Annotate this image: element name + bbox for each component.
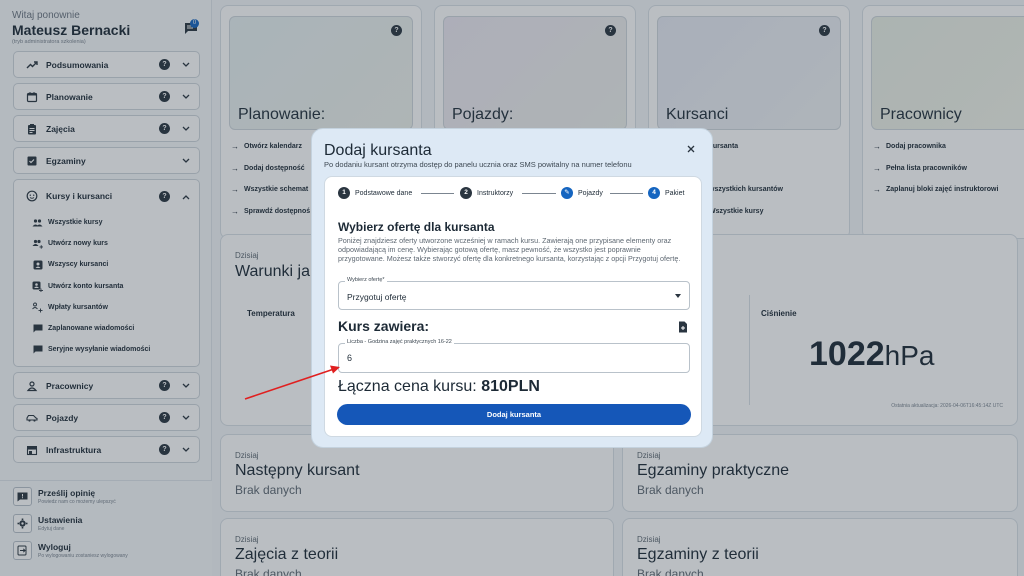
- step-label: Pakiet: [665, 189, 685, 197]
- step-label: Instruktorzy: [477, 189, 514, 197]
- total-price: Łączna cena kursu: 810PLN: [338, 378, 540, 396]
- practical-hours-input[interactable]: Liczba - Godzina zajęć praktycznych 16-2…: [338, 339, 690, 373]
- practical-hours-label: Liczba - Godzina zajęć praktycznych 16-2…: [345, 339, 454, 345]
- total-price-label: Łączna cena kursu:: [338, 378, 482, 395]
- step-connector: [522, 193, 556, 194]
- step-basic-data[interactable]: 1 Podstawowe dane: [338, 187, 412, 199]
- modal-content: 1 Podstawowe dane 2 Instruktorzy ✎ Pojaz…: [324, 176, 702, 437]
- course-contents-title: Kurs zawiera:: [338, 318, 430, 334]
- step-number: 1: [338, 187, 350, 199]
- offer-select[interactable]: Wybierz ofertę* Przygotuj ofertę: [338, 277, 690, 310]
- practical-hours-value: 6: [347, 353, 353, 363]
- step-label: Pojazdy: [578, 189, 603, 197]
- stepper: 1 Podstawowe dane 2 Instruktorzy ✎ Pojaz…: [338, 187, 690, 201]
- step-vehicles[interactable]: ✎ Pojazdy: [561, 187, 603, 199]
- step-number: 4: [648, 187, 660, 199]
- close-icon[interactable]: [686, 144, 696, 154]
- total-price-value: 810PLN: [481, 378, 540, 395]
- offer-title: Wybierz ofertę dla kursanta: [338, 220, 495, 234]
- step-connector: [421, 193, 454, 194]
- file-add-icon[interactable]: [678, 321, 688, 333]
- offer-select-label: Wybierz ofertę*: [345, 277, 387, 283]
- modal-title: Dodaj kursanta: [324, 142, 432, 159]
- step-number: 2: [460, 187, 472, 199]
- step-connector: [610, 193, 643, 194]
- step-instructors[interactable]: 2 Instruktorzy: [460, 187, 513, 199]
- edit-icon: ✎: [561, 187, 573, 199]
- step-package[interactable]: 4 Pakiet: [648, 187, 684, 199]
- caret-down-icon: [675, 294, 681, 298]
- add-student-button[interactable]: Dodaj kursanta: [337, 404, 691, 425]
- offer-description: Poniżej znajdziesz oferty utworzone wcze…: [338, 236, 681, 264]
- modal-subtitle: Po dodaniu kursant otrzyma dostęp do pan…: [324, 160, 632, 169]
- offer-select-value: Przygotuj ofertę: [347, 292, 407, 302]
- add-student-modal: Dodaj kursanta Po dodaniu kursant otrzym…: [311, 128, 713, 448]
- step-label: Podstawowe dane: [355, 189, 413, 197]
